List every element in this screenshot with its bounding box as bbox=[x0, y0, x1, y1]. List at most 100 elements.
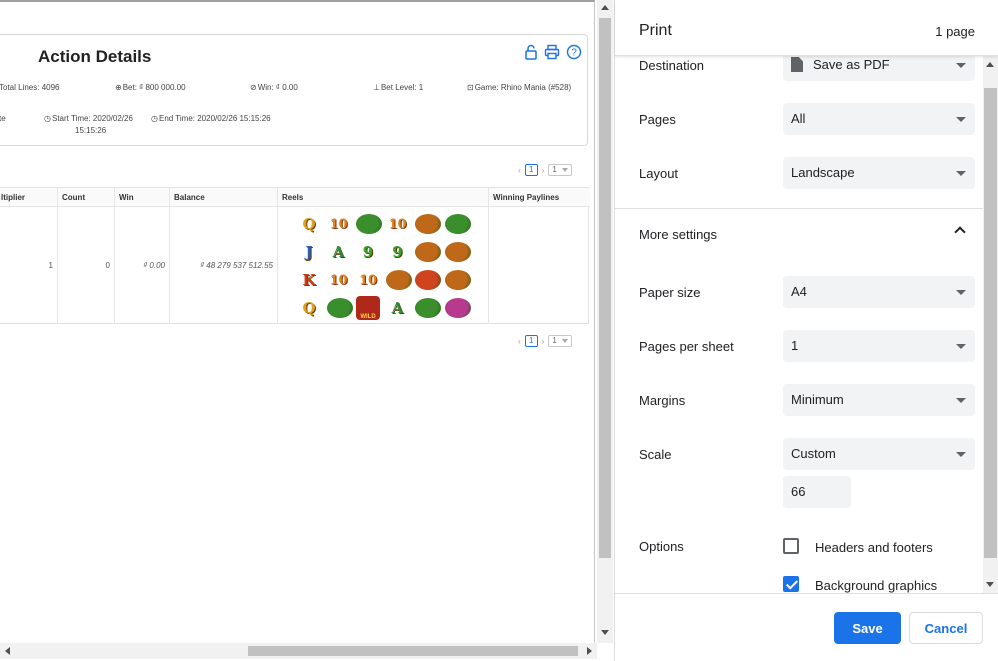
symbol-q: Q bbox=[302, 299, 316, 317]
pages-label: Pages bbox=[639, 112, 676, 127]
symbol-lion-icon bbox=[415, 214, 441, 234]
action-table: ltiplier Count Win Balance Reels Winning… bbox=[0, 187, 590, 324]
per-page-select[interactable]: 1 bbox=[548, 164, 573, 176]
start-time: ◷Start Time: 2020/02/26 bbox=[44, 114, 133, 123]
preview-vertical-scrollbar[interactable] bbox=[597, 0, 613, 643]
more-settings-toggle[interactable]: More settings bbox=[639, 227, 717, 242]
symbol-j: J bbox=[305, 243, 313, 261]
print-icon[interactable] bbox=[544, 44, 560, 60]
symbol-a: A bbox=[332, 243, 345, 261]
cell-multiplier: 1 bbox=[0, 207, 58, 324]
bet-info: ⊕Bet: ₫ 800 000.00 bbox=[115, 83, 186, 92]
scroll-thumb[interactable] bbox=[248, 646, 578, 656]
print-title: Print bbox=[639, 22, 672, 39]
symbol-lion-icon bbox=[415, 242, 441, 262]
headers-footers-checkbox[interactable] bbox=[783, 538, 799, 554]
chevron-down-icon bbox=[956, 344, 966, 349]
scroll-right-icon[interactable] bbox=[587, 647, 592, 655]
symbol-ten: 10 bbox=[358, 272, 378, 288]
print-header: Print 1 page bbox=[615, 0, 998, 56]
symbol-9: 9 bbox=[392, 243, 403, 261]
headers-footers-label[interactable]: Headers and footers bbox=[815, 540, 933, 555]
scroll-left-icon[interactable] bbox=[5, 647, 10, 655]
cell-balance: ₫ 48 279 537 512.55 bbox=[170, 207, 278, 324]
cancel-button[interactable]: Cancel bbox=[909, 612, 983, 644]
chevron-down-icon bbox=[956, 452, 966, 457]
symbol-a: A bbox=[391, 299, 404, 317]
background-graphics-label[interactable]: Background graphics bbox=[815, 578, 937, 593]
pager-bottom: ‹ 1 › 1 bbox=[518, 335, 573, 347]
game-icon: ⊡ bbox=[467, 83, 474, 92]
background-graphics-checkbox[interactable] bbox=[783, 576, 799, 592]
page-number[interactable]: 1 bbox=[524, 335, 538, 347]
scroll-up-icon[interactable] bbox=[601, 5, 609, 10]
chevron-down-icon bbox=[956, 171, 966, 176]
col-multiplier: ltiplier bbox=[0, 188, 58, 207]
chevron-down-icon bbox=[956, 290, 966, 295]
partial-label: te bbox=[0, 114, 6, 123]
next-page-icon[interactable]: › bbox=[542, 337, 545, 346]
settings-scrollbar[interactable] bbox=[983, 56, 998, 593]
game-info: ⊡Game: Rhino Mania (#528) bbox=[467, 83, 572, 92]
chevron-down-icon bbox=[956, 117, 966, 122]
chevron-up-icon[interactable] bbox=[954, 226, 966, 238]
page-count: 1 page bbox=[935, 24, 975, 39]
col-win: Win bbox=[115, 188, 170, 207]
details-title: Action Details bbox=[38, 47, 152, 66]
lock-icon[interactable] bbox=[523, 44, 539, 60]
symbol-rhino-icon bbox=[326, 298, 353, 318]
destination-select[interactable]: Save as PDF bbox=[783, 56, 975, 81]
start-time-clock: 15:15:26 bbox=[75, 126, 107, 135]
margins-label: Margins bbox=[639, 393, 686, 408]
help-icon[interactable]: ? bbox=[566, 44, 582, 60]
save-button[interactable]: Save bbox=[834, 612, 901, 644]
prev-page-icon[interactable]: ‹ bbox=[518, 337, 521, 346]
total-lines: Total Lines: 4096 bbox=[0, 83, 60, 92]
symbol-q: Q bbox=[302, 215, 316, 233]
symbol-ten: 10 bbox=[329, 216, 348, 232]
prev-page-icon[interactable]: ‹ bbox=[518, 166, 521, 175]
action-details-card: Action Details ? Total Lines: 4096 ⊕Bet:… bbox=[0, 34, 588, 146]
paper-size-label: Paper size bbox=[639, 285, 701, 300]
bet-level-info: ⊥Bet Level: 1 bbox=[373, 83, 424, 92]
scroll-thumb[interactable] bbox=[599, 18, 611, 558]
scroll-thumb[interactable] bbox=[984, 88, 997, 558]
next-page-icon[interactable]: › bbox=[542, 166, 545, 175]
symbol-rhino-icon bbox=[415, 298, 441, 318]
scroll-up-icon[interactable] bbox=[986, 62, 994, 67]
layout-select[interactable]: Landscape bbox=[783, 157, 975, 189]
col-winning-paylines: Winning Paylines bbox=[489, 188, 590, 207]
scroll-down-icon[interactable] bbox=[601, 630, 609, 635]
print-preview-area: Action Details ? Total Lines: 4096 ⊕Bet:… bbox=[0, 0, 615, 661]
margins-select[interactable]: Minimum bbox=[783, 384, 975, 416]
scale-input[interactable]: 66 bbox=[783, 476, 851, 508]
pages-select[interactable]: All bbox=[783, 103, 975, 135]
preview-page: Action Details ? Total Lines: 4096 ⊕Bet:… bbox=[0, 0, 595, 643]
symbol-rhino-icon bbox=[444, 214, 471, 234]
pages-per-sheet-label: Pages per sheet bbox=[639, 339, 734, 354]
layout-label: Layout bbox=[639, 166, 679, 181]
divider bbox=[615, 208, 998, 209]
scale-select[interactable]: Custom bbox=[783, 438, 975, 470]
col-count: Count bbox=[58, 188, 115, 207]
options-label: Options bbox=[639, 539, 684, 554]
col-reels: Reels bbox=[278, 188, 489, 207]
preview-horizontal-scrollbar[interactable] bbox=[0, 643, 597, 659]
symbol-rhino-icon bbox=[356, 214, 382, 234]
col-balance: Balance bbox=[170, 188, 278, 207]
page-number[interactable]: 1 bbox=[524, 164, 538, 176]
end-time: ◷End Time: 2020/02/26 15:15:26 bbox=[151, 114, 271, 123]
per-page-select[interactable]: 1 bbox=[548, 335, 573, 347]
file-icon bbox=[791, 57, 803, 72]
symbol-tiger-icon bbox=[415, 270, 441, 290]
level-icon: ⊥ bbox=[373, 83, 380, 92]
symbol-ten: 10 bbox=[388, 216, 407, 232]
svg-text:?: ? bbox=[571, 48, 577, 59]
cell-win: ₫ 0.00 bbox=[115, 207, 170, 324]
symbol-9: 9 bbox=[362, 243, 374, 261]
symbol-wild-icon: WILD bbox=[356, 296, 380, 320]
pages-per-sheet-select[interactable]: 1 bbox=[783, 330, 975, 362]
paper-size-select[interactable]: A4 bbox=[783, 276, 975, 308]
scroll-down-icon[interactable] bbox=[986, 582, 994, 587]
print-footer: Save Cancel bbox=[615, 593, 998, 661]
